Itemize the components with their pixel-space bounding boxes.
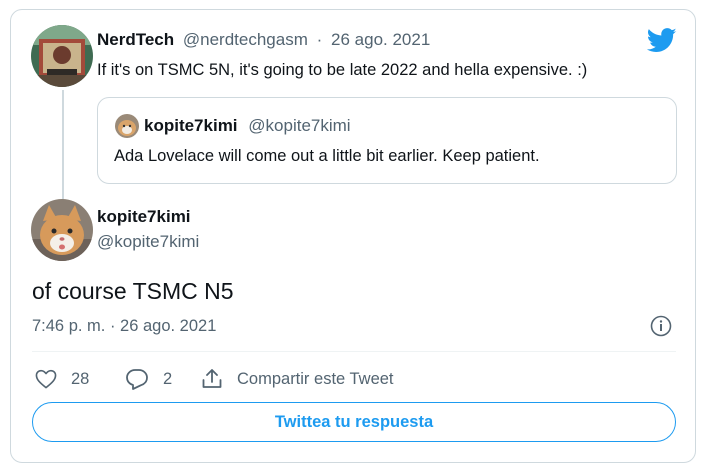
actions-divider — [32, 351, 676, 352]
kopite7kimi-avatar[interactable] — [31, 199, 93, 261]
main-display-name[interactable]: kopite7kimi — [97, 207, 191, 227]
reply-tweet-header: NerdTech @nerdtechgasm · 26 ago. 2021 — [97, 30, 434, 50]
thread-connector — [62, 90, 64, 200]
reply-separator: · — [316, 30, 323, 49]
quoted-tweet[interactable]: kopite7kimi @kopite7kimi Ada Lovelace wi… — [97, 97, 677, 184]
twitter-bird-icon[interactable] — [646, 28, 677, 58]
like-action[interactable]: 28 — [35, 367, 89, 391]
share-icon[interactable] — [201, 368, 223, 390]
reply-button[interactable]: Twittea tu respuesta — [32, 402, 676, 442]
reply-display-name[interactable]: NerdTech — [97, 30, 174, 49]
main-handle[interactable]: @kopite7kimi — [97, 232, 199, 252]
reply-bubble-icon[interactable] — [125, 368, 149, 390]
quoted-header: kopite7kimi @kopite7kimi — [144, 116, 351, 136]
heart-icon[interactable] — [35, 369, 57, 389]
nerdtech-avatar[interactable] — [31, 25, 93, 87]
tweet-embed-card: NerdTech @nerdtechgasm · 26 ago. 2021 If… — [10, 9, 696, 463]
main-tweet-text: of course TSMC N5 — [32, 278, 234, 304]
share-action[interactable]: Compartir este Tweet — [201, 367, 394, 391]
quoted-tweet-text: Ada Lovelace will come out a little bit … — [114, 147, 540, 165]
info-icon[interactable] — [650, 315, 672, 342]
like-count: 28 — [71, 369, 90, 388]
reply-handle[interactable]: @nerdtechgasm — [183, 30, 308, 49]
quoted-avatar — [115, 114, 139, 138]
quoted-handle: @kopite7kimi — [248, 116, 351, 135]
main-tweet-timestamp[interactable]: 7:46 p. m. · 26 ago. 2021 — [32, 317, 216, 336]
reply-action[interactable]: 2 — [125, 367, 172, 391]
reply-date[interactable]: 26 ago. 2021 — [331, 30, 430, 49]
reply-tweet-text: If it's on TSMC 5N, it's going to be lat… — [97, 61, 588, 79]
reply-count: 2 — [163, 369, 173, 388]
quoted-display-name: kopite7kimi — [144, 116, 238, 135]
share-label: Compartir este Tweet — [237, 369, 394, 388]
